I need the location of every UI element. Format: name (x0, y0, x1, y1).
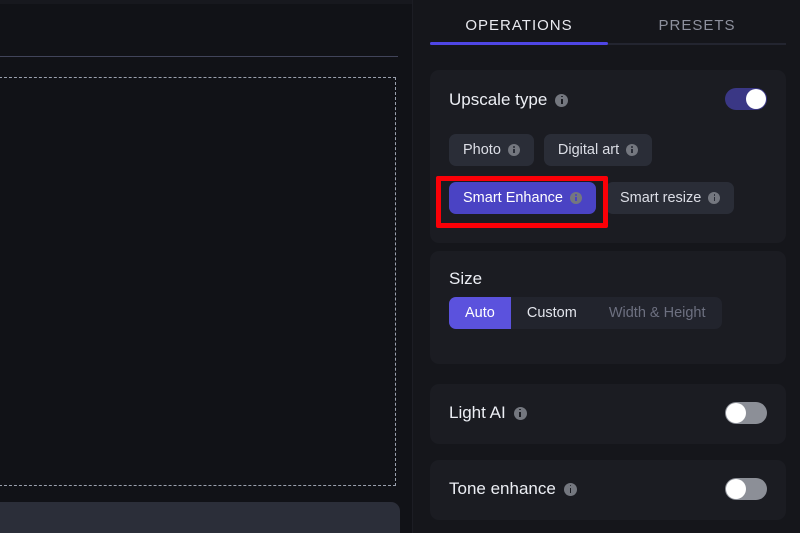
info-icon[interactable] (626, 144, 639, 156)
size-option-auto-label: Auto (465, 305, 495, 321)
option-smart-enhance[interactable]: Smart Enhance (449, 182, 596, 214)
light-ai-card: Light AI (430, 384, 786, 444)
option-smart-enhance-label: Smart Enhance (463, 190, 563, 206)
upscale-type-toggle[interactable] (725, 88, 767, 110)
upscale-option-row-2: Smart Enhance Smart resize (449, 182, 735, 214)
upscale-type-title: Upscale type (449, 90, 569, 110)
tab-operations[interactable]: OPERATIONS (430, 13, 608, 34)
size-option-width-height[interactable]: Width & Height (593, 297, 722, 329)
size-option-custom[interactable]: Custom (511, 297, 593, 329)
image-selection-marquee[interactable] (0, 77, 396, 486)
info-icon[interactable] (569, 192, 582, 204)
option-smart-resize-label: Smart resize (619, 190, 702, 206)
tone-enhance-toggle[interactable] (725, 478, 767, 500)
toggle-knob (746, 89, 766, 109)
tab-presets-label: PRESETS (658, 16, 736, 34)
size-title: Size (449, 269, 482, 289)
tone-enhance-card: Tone enhance (430, 460, 786, 520)
toggle-knob (726, 403, 746, 423)
image-canvas[interactable] (0, 0, 413, 533)
option-photo-label: Photo (463, 142, 501, 158)
option-smart-resize[interactable]: Smart resize (605, 182, 735, 214)
info-icon[interactable] (555, 93, 569, 107)
size-card: Size Auto Custom Width & Height (430, 251, 786, 364)
tone-enhance-title: Tone enhance (449, 479, 577, 499)
light-ai-toggle[interactable] (725, 402, 767, 424)
light-ai-label: Light AI (449, 403, 506, 422)
operations-panel: OPERATIONS PRESETS Upscale type Photo Di… (413, 0, 800, 533)
upscale-type-label: Upscale type (449, 90, 548, 109)
canvas-top-edge (0, 0, 413, 4)
tab-operations-label: OPERATIONS (465, 16, 573, 34)
tab-active-indicator (430, 42, 608, 45)
light-ai-title: Light AI (449, 403, 527, 423)
info-icon[interactable] (513, 406, 527, 420)
thumbnail-strip[interactable] (0, 502, 400, 533)
size-option-width-height-label: Width & Height (608, 305, 706, 321)
size-option-custom-label: Custom (526, 305, 577, 321)
info-icon[interactable] (708, 192, 721, 204)
size-segmented-control: Auto Custom Width & Height (449, 297, 722, 329)
info-icon[interactable] (563, 482, 577, 496)
option-photo[interactable]: Photo (449, 134, 534, 166)
info-icon[interactable] (507, 144, 520, 156)
option-digital-art[interactable]: Digital art (543, 134, 653, 166)
option-digital-art-label: Digital art (557, 142, 620, 158)
tone-enhance-label: Tone enhance (449, 479, 556, 498)
upscale-type-card: Upscale type Photo Digital art Smart Enh… (430, 70, 786, 243)
size-label: Size (449, 269, 483, 288)
tab-presets[interactable]: PRESETS (608, 13, 786, 34)
toggle-knob (726, 479, 746, 499)
upscale-option-row-1: Photo Digital art (449, 134, 653, 166)
panel-tabs: OPERATIONS PRESETS (413, 0, 800, 46)
canvas-guide-line (0, 56, 398, 57)
size-option-auto[interactable]: Auto (449, 297, 511, 329)
